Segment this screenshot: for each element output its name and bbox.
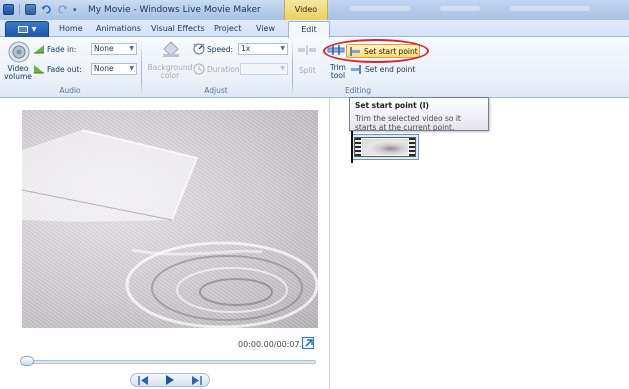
qat-customize-chevron-icon[interactable]: ▾ (73, 6, 77, 14)
video-volume-label[interactable]: Video volume (3, 65, 33, 81)
tooltip-set-start-point: Set start point (I) Trim the selected vi… (349, 97, 489, 132)
file-menu-icon (17, 26, 28, 33)
speed-label: Speed: (207, 45, 234, 54)
save-icon[interactable] (25, 4, 36, 15)
background-color-button[interactable]: Background color (146, 64, 194, 80)
split-icon (297, 45, 317, 55)
tab-animations[interactable]: Animations (96, 24, 141, 33)
set-end-icon (351, 65, 361, 74)
paint-bucket-icon (160, 40, 182, 58)
fade-in-dropdown[interactable]: None ▼ (91, 43, 137, 55)
tab-visual-effects[interactable]: Visual Effects (151, 24, 205, 33)
title-glass-decoration (330, 0, 629, 20)
clock-icon (193, 63, 205, 75)
tooltip-title: Set start point (I) (355, 101, 429, 110)
set-end-point-button[interactable]: Set end point (350, 65, 415, 74)
video-frame-content (22, 129, 318, 328)
group-label-editing: Editing (344, 86, 372, 95)
fade-in-label: Fade in: (47, 45, 77, 54)
highlight-annotation-oval (323, 39, 429, 63)
chevron-down-icon: ▼ (280, 65, 285, 72)
trim-tool-button[interactable]: Trim tool (330, 64, 346, 80)
tooltip-body: Trim the selected video so it starts at … (355, 114, 461, 132)
fade-in-value: None (94, 44, 114, 53)
ribbon-edit: Video volume Fade in: None ▼ Fade out: N… (0, 37, 629, 98)
storyboard-pane (331, 98, 629, 389)
group-label-audio: Audio (59, 86, 81, 95)
speed-value: 1x (241, 44, 251, 53)
app-icon[interactable] (3, 4, 14, 15)
playhead-indicator[interactable] (351, 131, 353, 163)
tab-edit[interactable]: Edit (288, 21, 330, 38)
group-separator (141, 40, 142, 95)
window-title: My Movie - Windows Live Movie Maker (88, 5, 261, 15)
play-icon[interactable] (165, 375, 175, 385)
quick-access-toolbar: ▾ (3, 4, 77, 15)
ribbon-tab-row: ▼ Home Animations Visual Effects Project… (0, 20, 629, 38)
video-clip-thumbnail[interactable] (351, 134, 419, 160)
expand-icon[interactable] (302, 337, 314, 349)
context-tab-video-tools: Video Tools (284, 0, 328, 34)
chevron-down-icon: ▼ (129, 65, 134, 72)
chevron-down-icon: ▼ (129, 45, 134, 52)
chevron-down-icon: ▼ (31, 26, 37, 33)
video-preview[interactable] (22, 110, 318, 328)
seek-bar[interactable] (24, 360, 316, 364)
group-separator (292, 40, 293, 95)
duration-dropdown[interactable]: ▼ (240, 63, 288, 75)
qat-separator (19, 4, 20, 15)
next-frame-icon[interactable] (190, 375, 202, 385)
tab-project[interactable]: Project (214, 24, 241, 33)
group-label-adjust: Adjust (204, 86, 228, 95)
tab-view[interactable]: View (256, 24, 275, 33)
fade-out-value: None (94, 64, 114, 73)
speed-dropdown[interactable]: 1x ▼ (238, 43, 288, 55)
speed-icon (193, 43, 205, 55)
fade-out-icon (33, 64, 45, 74)
undo-icon[interactable] (41, 4, 52, 15)
tab-home[interactable]: Home (59, 24, 83, 33)
preview-pane: 00:00.00/00:07.47 (0, 98, 330, 389)
set-end-point-label: Set end point (365, 65, 416, 74)
speaker-icon[interactable] (8, 41, 30, 63)
fade-in-icon (33, 44, 45, 54)
chevron-down-icon: ▼ (280, 45, 285, 52)
duration-label: Duration: (207, 65, 243, 74)
redo-icon[interactable] (57, 4, 68, 15)
title-bar: ▾ My Movie - Windows Live Movie Maker Vi… (0, 0, 629, 34)
film-strip (354, 137, 416, 157)
split-button[interactable]: Split (299, 66, 316, 75)
playback-controls (130, 373, 210, 387)
file-menu-button[interactable]: ▼ (5, 21, 49, 37)
fade-out-dropdown[interactable]: None ▼ (91, 63, 137, 75)
seek-thumb[interactable] (20, 356, 34, 366)
previous-frame-icon[interactable] (138, 375, 150, 385)
fade-out-label: Fade out: (47, 65, 82, 74)
